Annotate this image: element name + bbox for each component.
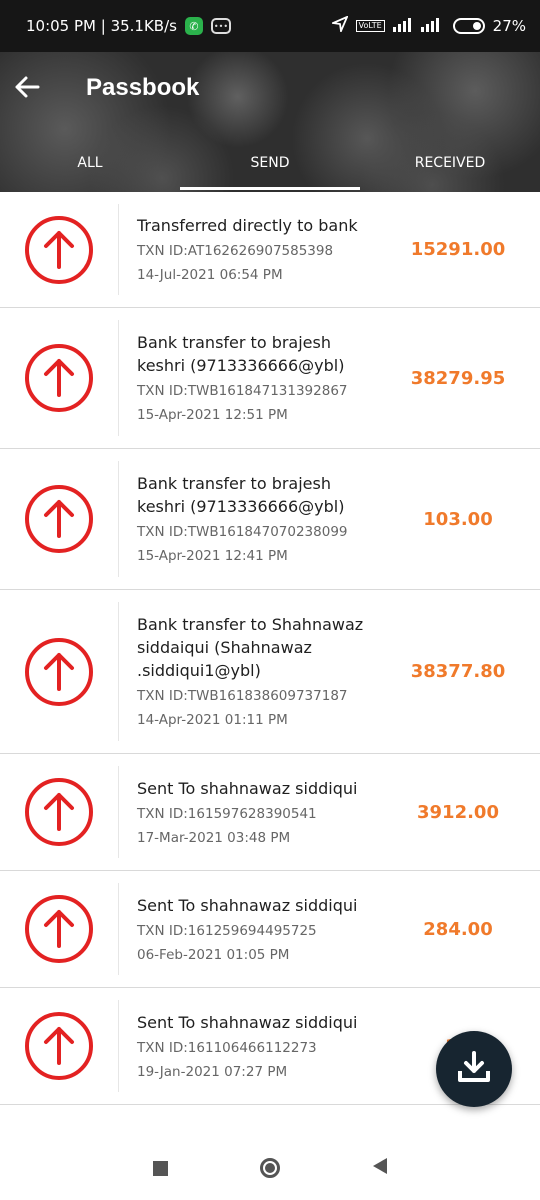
transaction-icon-cell — [0, 483, 118, 555]
transaction-date: 19-Jan-2021 07:27 PM — [137, 1063, 288, 1080]
transaction-id: TXN ID:AT162626907585398 — [137, 243, 334, 259]
transaction-date: 15-Apr-2021 12:41 PM — [137, 548, 288, 564]
nav-back-button[interactable] — [325, 1157, 435, 1179]
notification-app-icon: ••• — [210, 18, 231, 34]
page-title: Passbook — [86, 74, 200, 101]
phone-call-icon: ✆ — [184, 17, 203, 35]
transaction-details: Bank transfer to brajesh keshri (9713336… — [118, 461, 376, 577]
transaction-details: Bank transfer to Shahnawaz siddaiqui (Sh… — [118, 602, 376, 741]
recent-apps-button[interactable] — [105, 1160, 215, 1176]
transaction-amount: 38279.95 — [410, 367, 506, 389]
transaction-id: TXN ID:TWB161847131392867 — [137, 383, 348, 399]
transaction-id: TXN ID:161106466112273 — [137, 1039, 317, 1056]
transaction-description: Transferred directly to bank — [137, 216, 358, 235]
transaction-details: Transferred directly to bank TXN ID:AT16… — [118, 204, 376, 295]
signal-icon — [392, 16, 445, 36]
arrow-up-circle-icon — [25, 215, 93, 284]
location-arrow-icon — [329, 15, 349, 36]
status-bar: 10:05 PM | 35.1KB/s ✆ ••• VoLTE 27% — [0, 0, 540, 52]
transaction-details: Bank transfer to brajesh keshri (9713336… — [118, 320, 376, 436]
tab-received[interactable]: RECEIVED — [360, 134, 540, 192]
transaction-row[interactable]: Bank transfer to brajesh keshri (9713336… — [0, 308, 540, 449]
arrow-up-circle-icon — [25, 778, 93, 846]
status-time-speed: 10:05 PM | 35.1KB/s — [26, 17, 177, 35]
transaction-amount: 3912.00 — [417, 801, 499, 823]
transaction-id: TXN ID:TWB161838609737187 — [137, 688, 348, 704]
tab-bar: ALL SEND RECEIVED — [0, 134, 540, 192]
status-left: 10:05 PM | 35.1KB/s ✆ ••• — [26, 17, 231, 35]
status-right: VoLTE 27% — [329, 15, 526, 36]
app-header: Passbook ALL SEND RECEIVED — [0, 52, 540, 192]
tab-send[interactable]: SEND — [180, 134, 360, 192]
download-button[interactable] — [436, 1031, 512, 1107]
transaction-row[interactable]: Bank transfer to brajesh keshri (9713336… — [0, 449, 540, 590]
transaction-amount: 38377.80 — [410, 661, 506, 682]
transaction-icon-cell — [0, 1010, 118, 1082]
battery-icon — [452, 18, 485, 34]
transaction-icon-cell — [0, 776, 118, 848]
arrow-up-circle-icon — [25, 485, 93, 553]
transaction-description: Sent To shahnawaz siddiqui — [137, 778, 358, 798]
transaction-description: Bank transfer to brajesh keshri (9713336… — [137, 474, 345, 516]
transaction-row[interactable]: Sent To shahnawaz siddiqui TXN ID:161259… — [0, 871, 540, 988]
transaction-description: Bank transfer to Shahnawaz siddaiqui (Sh… — [137, 615, 364, 680]
square-icon — [152, 1160, 168, 1176]
transaction-date: 17-Mar-2021 03:48 PM — [137, 829, 291, 846]
battery-percent: 27% — [492, 17, 526, 35]
home-circle-icon — [260, 1158, 280, 1178]
transaction-details: Sent To shahnawaz siddiqui TXN ID:161106… — [118, 1000, 376, 1092]
arrow-up-circle-icon — [25, 637, 93, 706]
transaction-row[interactable]: Sent To shahnawaz siddiqui TXN ID:161597… — [0, 754, 540, 871]
arrow-up-circle-icon — [25, 1012, 93, 1080]
transaction-date: 15-Apr-2021 12:51 PM — [137, 407, 288, 423]
transaction-date: 14-Apr-2021 01:11 PM — [137, 712, 288, 728]
back-button[interactable] — [10, 72, 44, 106]
transaction-icon-cell — [0, 636, 118, 708]
transaction-amount: 284.00 — [423, 918, 493, 940]
transaction-description: Bank transfer to brajesh keshri (9713336… — [137, 333, 345, 375]
transaction-id: TXN ID:TWB161847070238099 — [137, 524, 348, 540]
transaction-id: TXN ID:161259694495725 — [137, 922, 317, 939]
transaction-icon-cell — [0, 342, 118, 414]
transaction-details: Sent To shahnawaz siddiqui TXN ID:161259… — [118, 883, 376, 975]
transaction-description: Sent To shahnawaz siddiqui — [137, 1012, 358, 1032]
transaction-date: 14-Jul-2021 06:54 PM — [137, 267, 283, 283]
transaction-icon-cell — [0, 893, 118, 965]
transaction-amount: 15291.00 — [410, 239, 506, 260]
transaction-details: Sent To shahnawaz siddiqui TXN ID:161597… — [118, 766, 376, 858]
volte-icon: VoLTE — [355, 20, 385, 32]
transaction-date: 06-Feb-2021 01:05 PM — [137, 946, 290, 963]
transaction-id: TXN ID:161597628390541 — [137, 805, 317, 822]
transaction-row[interactable]: Transferred directly to bank TXN ID:AT16… — [0, 192, 540, 308]
transaction-description: Sent To shahnawaz siddiqui — [137, 895, 358, 915]
home-button[interactable] — [215, 1158, 325, 1178]
arrow-up-circle-icon — [25, 895, 93, 963]
arrow-left-icon — [14, 75, 40, 103]
transaction-row[interactable]: Bank transfer to Shahnawaz siddaiqui (Sh… — [0, 590, 540, 754]
arrow-up-circle-icon — [25, 344, 93, 412]
triangle-back-icon — [371, 1157, 389, 1179]
transaction-icon-cell — [0, 214, 118, 286]
transaction-amount: 103.00 — [423, 508, 493, 530]
download-icon — [456, 1049, 492, 1089]
tab-all[interactable]: ALL — [0, 134, 180, 192]
transaction-list: Transferred directly to bank TXN ID:AT16… — [0, 192, 540, 1105]
system-nav-bar — [0, 1136, 540, 1200]
